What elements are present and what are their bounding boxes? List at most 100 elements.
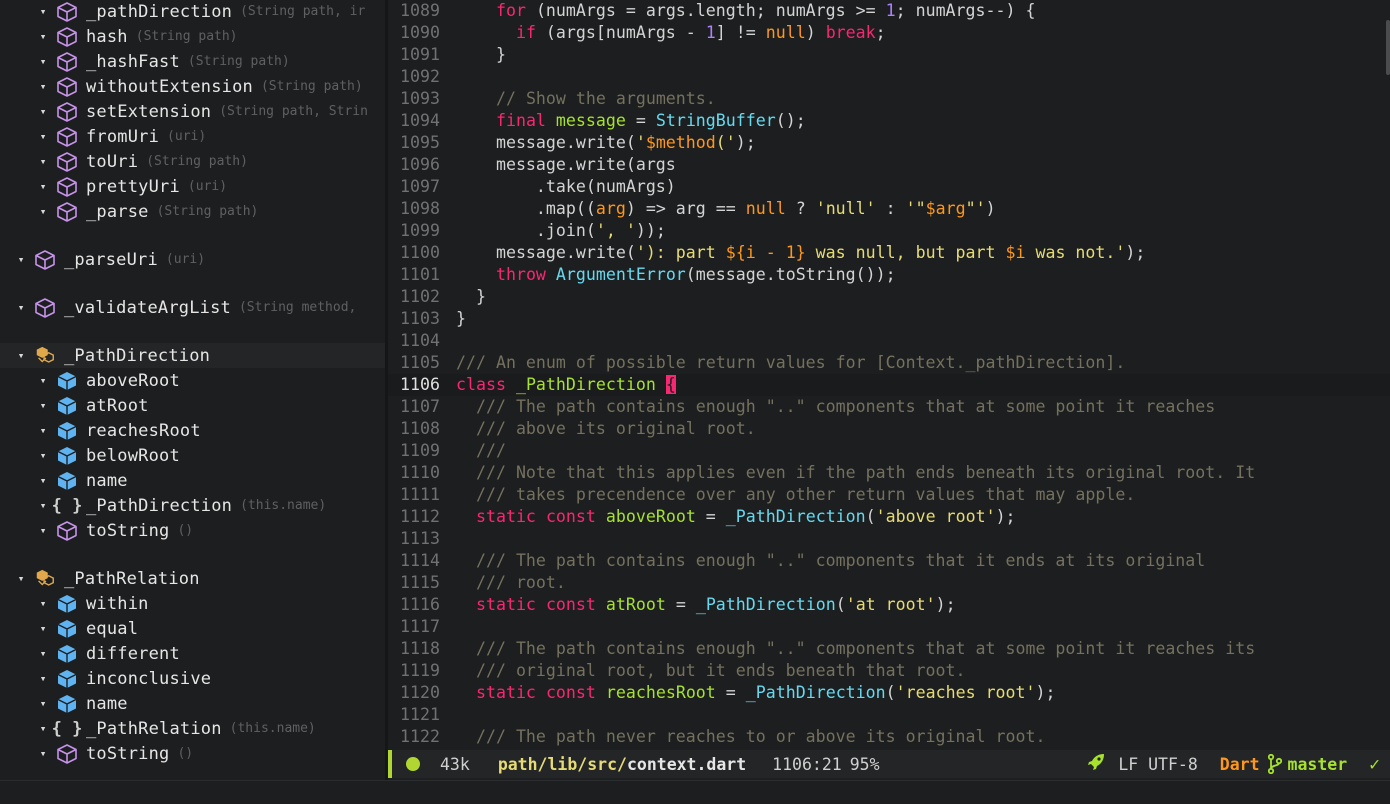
buffer-file-path[interactable]: path/lib/src/context.dart bbox=[498, 755, 746, 774]
eol-encoding[interactable]: LF UTF-8 bbox=[1118, 755, 1197, 774]
expand-arrow-icon[interactable]: ▾ bbox=[36, 672, 50, 685]
expand-arrow-icon[interactable]: ▾ bbox=[36, 722, 50, 735]
code-line[interactable]: 1097 .take(numArgs) bbox=[388, 176, 1390, 198]
code-line[interactable]: 1114 /// The path contains enough ".." c… bbox=[388, 550, 1390, 572]
code-line[interactable]: 1113 bbox=[388, 528, 1390, 550]
code-line[interactable]: 1111 /// takes precendence over any othe… bbox=[388, 484, 1390, 506]
outline-item-name: _validateArgList bbox=[64, 297, 231, 318]
outline-item[interactable]: ▾ _parse (String path) bbox=[0, 199, 385, 224]
outline-item[interactable]: ▾ _hashFast (String path) bbox=[0, 49, 385, 74]
code-line[interactable]: 1094 final message = StringBuffer(); bbox=[388, 110, 1390, 132]
expand-arrow-icon[interactable]: ▾ bbox=[36, 499, 50, 512]
code-line[interactable]: 1107 /// The path contains enough ".." c… bbox=[388, 396, 1390, 418]
outline-item[interactable]: ▾ within bbox=[0, 591, 385, 616]
expand-arrow-icon[interactable]: ▾ bbox=[36, 205, 50, 218]
expand-arrow-icon[interactable]: ▾ bbox=[14, 301, 28, 314]
expand-arrow-icon[interactable]: ▾ bbox=[14, 349, 28, 362]
expand-arrow-icon[interactable]: ▾ bbox=[36, 55, 50, 68]
code-line[interactable]: 1122 /// The path never reaches to or ab… bbox=[388, 726, 1390, 748]
major-mode[interactable]: Dart bbox=[1220, 755, 1260, 774]
expand-arrow-icon[interactable]: ▾ bbox=[36, 155, 50, 168]
outline-item[interactable]: ▾ atRoot bbox=[0, 393, 385, 418]
code-line[interactable]: 1093 // Show the arguments. bbox=[388, 88, 1390, 110]
expand-arrow-icon[interactable]: ▾ bbox=[36, 130, 50, 143]
expand-arrow-icon[interactable]: ▾ bbox=[14, 572, 28, 585]
code-line[interactable]: 1098 .map((arg) => arg == null ? 'null' … bbox=[388, 198, 1390, 220]
outline-item[interactable]: ▾ belowRoot bbox=[0, 443, 385, 468]
expand-arrow-icon[interactable]: ▾ bbox=[36, 449, 50, 462]
git-branch[interactable]: master bbox=[1288, 755, 1348, 774]
code-line[interactable]: 1092 bbox=[388, 66, 1390, 88]
code-line[interactable]: 1120 static const reachesRoot = _PathDir… bbox=[388, 682, 1390, 704]
code-line[interactable]: 1096 message.write(args bbox=[388, 154, 1390, 176]
expand-arrow-icon[interactable]: ▾ bbox=[36, 622, 50, 635]
expand-arrow-icon[interactable]: ▾ bbox=[36, 647, 50, 660]
expand-arrow-icon[interactable]: ▾ bbox=[36, 105, 50, 118]
expand-arrow-icon[interactable]: ▾ bbox=[36, 474, 50, 487]
outline-item[interactable]: ▾ name bbox=[0, 691, 385, 716]
code-line[interactable]: 1112 static const aboveRoot = _PathDirec… bbox=[388, 506, 1390, 528]
line-number: 1103 bbox=[400, 309, 440, 328]
outline-item[interactable]: ▾ _validateArgList (String method, bbox=[0, 295, 385, 320]
outline-item[interactable]: ▾ prettyUri (uri) bbox=[0, 174, 385, 199]
outline-item[interactable]: ▾ withoutExtension (String path) bbox=[0, 74, 385, 99]
outline-item[interactable]: ▾ setExtension (String path, Strin bbox=[0, 99, 385, 124]
code-line[interactable]: 1103} bbox=[388, 308, 1390, 330]
code-line[interactable]: 1100 message.write('): part ${i - 1} was… bbox=[388, 242, 1390, 264]
outline-item[interactable]: ▾ inconclusive bbox=[0, 666, 385, 691]
code-line[interactable]: 1109 /// bbox=[388, 440, 1390, 462]
code-editor[interactable]: 1089 for (numArgs = args.length; numArgs… bbox=[388, 0, 1390, 750]
outline-item[interactable]: ▾ different bbox=[0, 641, 385, 666]
code-line[interactable]: 1089 for (numArgs = args.length; numArgs… bbox=[388, 0, 1390, 22]
outline-item[interactable]: ▾ reachesRoot bbox=[0, 418, 385, 443]
code-line[interactable]: 1099 .join(', ')); bbox=[388, 220, 1390, 242]
expand-arrow-icon[interactable]: ▾ bbox=[36, 399, 50, 412]
code-line[interactable]: 1115 /// root. bbox=[388, 572, 1390, 594]
code-line[interactable]: 1110 /// Note that this applies even if … bbox=[388, 462, 1390, 484]
code-line[interactable]: 1121 bbox=[388, 704, 1390, 726]
code-line[interactable]: 1095 message.write('$method('); bbox=[388, 132, 1390, 154]
expand-arrow-icon[interactable]: ▾ bbox=[36, 424, 50, 437]
expand-arrow-icon[interactable]: ▾ bbox=[36, 374, 50, 387]
outline-item[interactable]: ▾ _parseUri (uri) bbox=[0, 247, 385, 272]
outline-item[interactable]: ▾{ } _PathRelation (this.name) bbox=[0, 716, 385, 741]
outline-item[interactable]: ▾ _PathRelation bbox=[0, 566, 385, 591]
expand-arrow-icon[interactable]: ▾ bbox=[36, 80, 50, 93]
expand-arrow-icon[interactable]: ▾ bbox=[36, 180, 50, 193]
code-line[interactable]: 1104 bbox=[388, 330, 1390, 352]
outline-item[interactable]: ▾ equal bbox=[0, 616, 385, 641]
code-line[interactable]: 1090 if (args[numArgs - 1] != null) brea… bbox=[388, 22, 1390, 44]
expand-arrow-icon[interactable]: ▾ bbox=[36, 697, 50, 710]
code-line[interactable]: 1101 throw ArgumentError(message.toStrin… bbox=[388, 264, 1390, 286]
outline-item[interactable]: ▾ _pathDirection (String path, ir bbox=[0, 0, 385, 24]
code-text: /// bbox=[475, 441, 506, 460]
outline-item[interactable]: ▾ toString () bbox=[0, 741, 385, 766]
outline-item[interactable]: ▾ aboveRoot bbox=[0, 368, 385, 393]
code-line[interactable]: 1108 /// above its original root. bbox=[388, 418, 1390, 440]
outline-item[interactable]: ▾ name bbox=[0, 468, 385, 493]
outline-item[interactable]: ▾ hash (String path) bbox=[0, 24, 385, 49]
method-icon bbox=[56, 51, 78, 73]
expand-arrow-icon[interactable]: ▾ bbox=[36, 747, 50, 760]
expand-arrow-icon[interactable]: ▾ bbox=[36, 30, 50, 43]
outline-item[interactable]: ▾{ } _PathDirection (this.name) bbox=[0, 493, 385, 518]
minibuffer[interactable] bbox=[0, 780, 1390, 804]
line-number: 1108 bbox=[400, 419, 440, 438]
code-line[interactable]: 1105 /// An enum of possible return value… bbox=[388, 352, 1390, 374]
outline-item[interactable]: ▾ toString () bbox=[0, 518, 385, 543]
expand-arrow-icon[interactable]: ▾ bbox=[36, 597, 50, 610]
code-line[interactable]: 1116 static const atRoot = _PathDirectio… bbox=[388, 594, 1390, 616]
expand-arrow-icon[interactable]: ▾ bbox=[36, 524, 50, 537]
outline-item[interactable]: ▾ _PathDirection bbox=[0, 343, 385, 368]
code-line[interactable]: 1118 /// The path contains enough ".." c… bbox=[388, 638, 1390, 660]
expand-arrow-icon[interactable]: ▾ bbox=[14, 253, 28, 266]
code-line[interactable]: 1106 class _PathDirection { bbox=[388, 374, 1390, 396]
code-line[interactable]: 1117 bbox=[388, 616, 1390, 638]
outline-item-params: () bbox=[177, 746, 194, 761]
code-line[interactable]: 1091 } bbox=[388, 44, 1390, 66]
code-line[interactable]: 1119 /// original root, but it ends bene… bbox=[388, 660, 1390, 682]
outline-item[interactable]: ▾ fromUri (uri) bbox=[0, 124, 385, 149]
expand-arrow-icon[interactable]: ▾ bbox=[36, 5, 50, 18]
code-line[interactable]: 1102 } bbox=[388, 286, 1390, 308]
outline-item[interactable]: ▾ toUri (String path) bbox=[0, 149, 385, 174]
